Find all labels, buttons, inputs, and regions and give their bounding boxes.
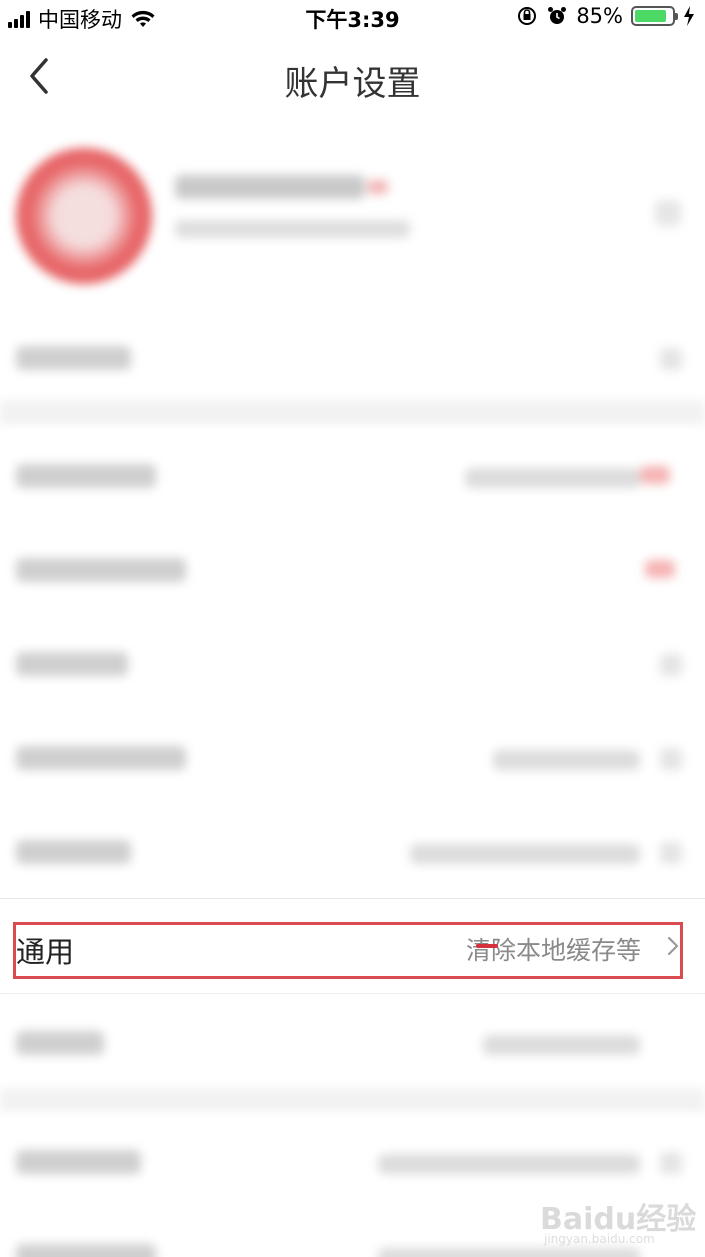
row-value-redacted [378, 1154, 640, 1174]
general-value: 清除本地缓存等 [465, 936, 641, 965]
settings-row-redacted[interactable] [0, 428, 705, 522]
row-label-redacted [16, 652, 128, 676]
row-value-redacted [483, 1035, 640, 1055]
baidu-watermark: Baidu经验 jingyan.baidu.com [540, 1180, 700, 1250]
avatar[interactable] [16, 148, 152, 284]
row-badge-redacted [640, 466, 670, 484]
battery-icon [631, 6, 678, 26]
settings-row-redacted[interactable] [0, 522, 705, 616]
section-gap [0, 1088, 705, 1114]
row-label-redacted [16, 346, 131, 370]
carrier-label: 中国移动 [38, 8, 122, 32]
profile-card[interactable] [0, 130, 705, 300]
status-bar: 中国移动 下午3:39 85% [0, 0, 705, 34]
row-value-redacted [493, 750, 640, 770]
row-label-redacted [16, 746, 186, 770]
row-value-redacted [410, 844, 640, 864]
chevron-left-icon[interactable] [24, 52, 72, 100]
row-chevron-icon [660, 348, 682, 370]
row-label-redacted [16, 464, 156, 488]
row-chevron-icon [660, 748, 682, 770]
row-label-redacted [16, 1150, 141, 1174]
signal-icon [8, 10, 30, 28]
rotation-lock-icon [518, 7, 537, 25]
row-label-redacted [16, 1244, 156, 1257]
wifi-icon [131, 10, 155, 27]
settings-row-redacted[interactable] [0, 310, 705, 404]
row-value-redacted [465, 468, 640, 488]
section-gap [0, 400, 705, 426]
annotation-mark [476, 944, 498, 948]
general-label: 通用 [16, 935, 75, 969]
settings-row-redacted[interactable] [0, 710, 705, 804]
general-settings-row[interactable]: 通用 清除本地缓存等 [0, 899, 705, 993]
chevron-right-icon [667, 936, 679, 956]
back-button[interactable] [24, 52, 72, 100]
row-label-redacted [16, 558, 186, 582]
charging-icon [684, 6, 694, 26]
row-label-redacted [16, 840, 131, 864]
watermark-url: jingyan.baidu.com [544, 1232, 655, 1246]
row-chevron-icon [660, 842, 682, 864]
battery-percent: 85% [576, 4, 623, 28]
profile-chevron-icon [655, 200, 681, 226]
profile-subtitle-redacted [175, 220, 410, 238]
page-title: 账户设置 [284, 64, 421, 104]
profile-name-redacted [175, 175, 365, 199]
row-chevron-icon [660, 654, 682, 676]
settings-row-redacted[interactable] [0, 616, 705, 710]
row-badge-redacted [645, 560, 675, 578]
row-chevron-icon [660, 1152, 682, 1174]
nav-bar: 账户设置 [0, 34, 705, 122]
profile-badge-redacted [368, 180, 388, 194]
settings-row-redacted[interactable] [0, 804, 705, 898]
settings-row-redacted[interactable] [0, 995, 705, 1089]
row-label-redacted [16, 1031, 104, 1055]
divider [0, 993, 705, 994]
alarm-icon [548, 7, 567, 24]
